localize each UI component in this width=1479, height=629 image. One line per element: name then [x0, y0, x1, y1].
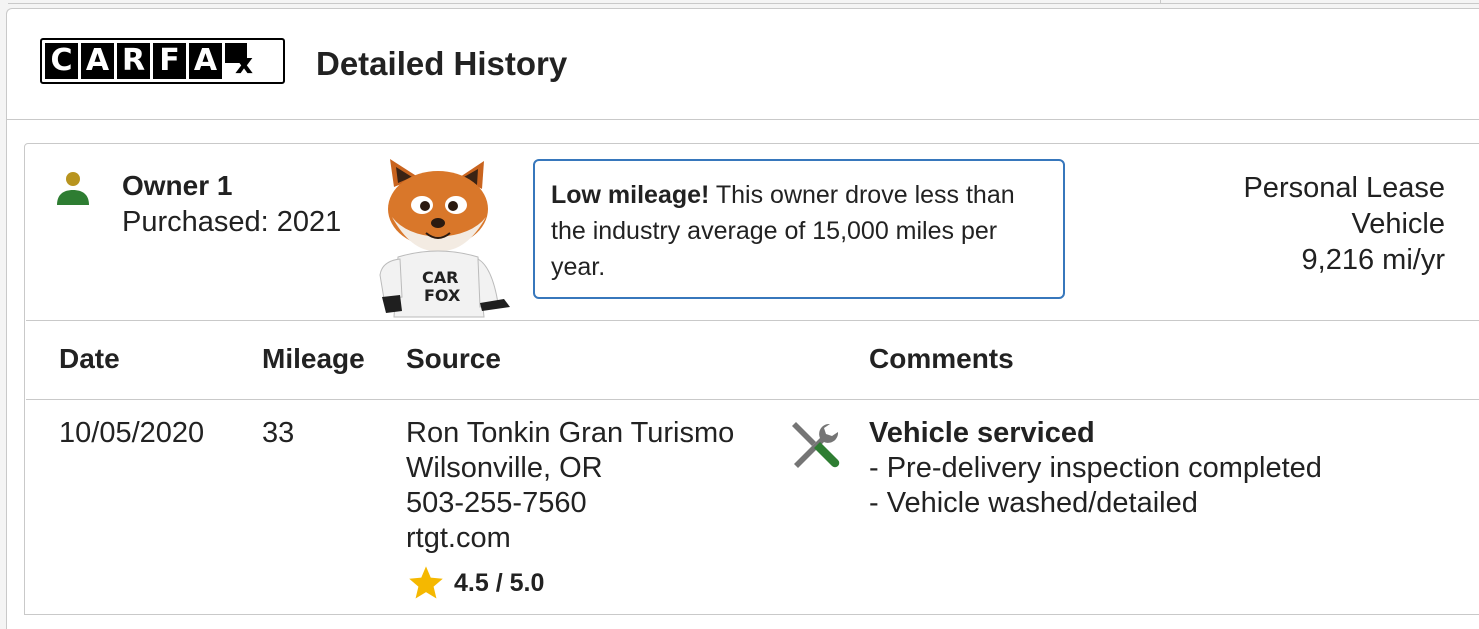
- section-header: C A R F A x Detailed History: [7, 9, 1479, 120]
- row-mileage: 33: [262, 417, 295, 449]
- star-icon: [409, 566, 443, 599]
- source-name: Ron Tonkin Gran Turismo: [406, 417, 735, 449]
- column-header-comments: Comments: [869, 343, 1014, 374]
- owner-meta: Personal Lease Vehicle 9,216 mi/yr: [1243, 170, 1445, 278]
- history-card: C A R F A x Detailed History Owner 1 Pur…: [6, 8, 1479, 629]
- column-header-source: Source: [406, 343, 501, 374]
- carfox-mascot-image: CAR FOX: [379, 159, 510, 318]
- owner-panel: Owner 1 Purchased: 2021 CAR FOX Low mile…: [24, 143, 1479, 615]
- source-location: Wilsonville, OR: [406, 452, 603, 484]
- row-source: Ron Tonkin Gran Turismo Wilsonville, OR …: [406, 416, 734, 602]
- page-title: Detailed History: [316, 45, 568, 82]
- source-website-link[interactable]: rtgt.com: [406, 521, 734, 556]
- column-header-date: Date: [59, 343, 120, 374]
- callout-heading: Low mileage!: [551, 181, 710, 209]
- carfax-logo: C A R F A x: [40, 38, 285, 84]
- ownership-type: Personal Lease: [1243, 172, 1445, 204]
- owner-purchased: Purchased: 2021: [122, 206, 342, 238]
- owner-name: Owner 1: [122, 170, 233, 201]
- top-divider: [0, 0, 1479, 8]
- row-date: 10/05/2020: [59, 417, 205, 449]
- owner-person-icon: [57, 172, 89, 205]
- row-comments: Vehicle serviced - Pre-delivery inspecti…: [869, 416, 1322, 521]
- logo-letter: A: [189, 43, 222, 79]
- ownership-type-line2: Vehicle: [1351, 208, 1445, 240]
- rating-value: 4.5 / 5.0: [454, 568, 545, 597]
- svg-text:CAR: CAR: [422, 268, 458, 287]
- wrench-screwdriver-icon: [792, 422, 840, 468]
- low-mileage-callout: Low mileage! This owner drove less than …: [533, 159, 1065, 299]
- logo-letter: F: [153, 43, 186, 79]
- comment-item: - Pre-delivery inspection completed: [869, 452, 1322, 484]
- table-row: 10/05/2020 33 Ron Tonkin Gran Turismo Wi…: [26, 400, 1479, 620]
- comment-item: - Vehicle washed/detailed: [869, 487, 1198, 519]
- svg-text:FOX: FOX: [424, 286, 461, 305]
- history-table-header: Date Mileage Source Comments: [26, 320, 1479, 400]
- logo-letter: R: [117, 43, 150, 79]
- source-rating[interactable]: 4.5 / 5.0: [406, 564, 734, 602]
- source-phone[interactable]: 503-255-7560: [406, 486, 734, 521]
- mileage-rate: 9,216 mi/yr: [1301, 244, 1445, 276]
- column-header-mileage: Mileage: [262, 343, 365, 374]
- logo-letter: C: [45, 43, 78, 79]
- comment-title: Vehicle serviced: [869, 417, 1095, 449]
- logo-letter: A: [81, 43, 114, 79]
- logo-x: x: [225, 43, 263, 80]
